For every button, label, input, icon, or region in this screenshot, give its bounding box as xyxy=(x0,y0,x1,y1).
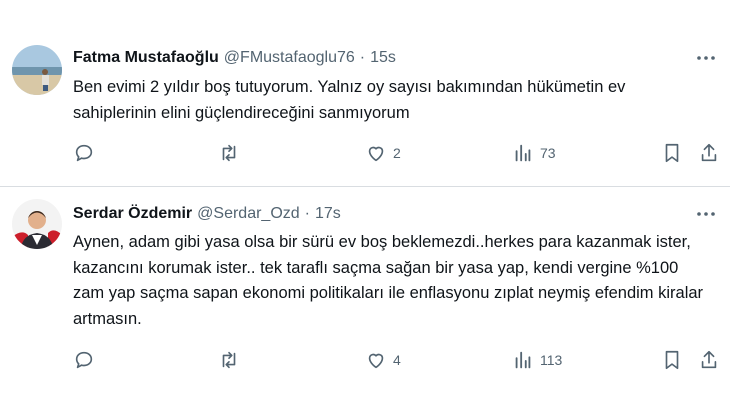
author-name[interactable]: Serdar Özdemir xyxy=(73,205,192,223)
author-handle[interactable]: @Serdar_Ozd xyxy=(197,205,300,223)
tweet-header: Serdar Özdemir @Serdar_Ozd · 17s xyxy=(73,203,341,225)
like-button[interactable]: 4 xyxy=(365,348,401,372)
bookmark-button[interactable] xyxy=(661,141,683,165)
author-handle[interactable]: @FMustafaoglu76 xyxy=(224,49,355,67)
like-button[interactable]: 2 xyxy=(365,141,401,165)
views-icon xyxy=(515,144,531,162)
separator: · xyxy=(359,49,366,66)
avatar[interactable] xyxy=(12,45,62,95)
heart-icon xyxy=(368,146,384,162)
retweet-icon xyxy=(222,144,236,162)
views-icon xyxy=(515,351,531,369)
author-name[interactable]: Fatma Mustafaoğlu xyxy=(73,49,219,67)
tweet[interactable]: Fatma Mustafaoğlu @FMustafaoglu76 · 15s … xyxy=(0,0,730,187)
retweet-button[interactable] xyxy=(218,348,240,372)
views-button[interactable]: 73 xyxy=(512,141,556,165)
tweet[interactable]: Serdar Özdemir @Serdar_Ozd · 17s Aynen, … xyxy=(0,187,730,420)
retweet-button[interactable] xyxy=(218,141,240,165)
reply-button[interactable] xyxy=(73,141,95,165)
timestamp[interactable]: 17s xyxy=(315,205,341,223)
like-count: 4 xyxy=(393,352,401,368)
heart-icon xyxy=(368,353,384,369)
share-button[interactable] xyxy=(698,348,720,372)
tweet-text: Ben evimi 2 yıldır boş tutuyorum. Yalnız… xyxy=(73,78,626,122)
more-icon[interactable] xyxy=(694,203,718,225)
bookmark-icon xyxy=(665,350,679,370)
share-icon xyxy=(701,350,717,369)
separator: · xyxy=(304,205,310,222)
more-icon[interactable] xyxy=(694,47,718,69)
avatar[interactable] xyxy=(12,199,62,249)
tweet-header: Fatma Mustafaoğlu @FMustafaoglu76 · 15s xyxy=(73,47,396,69)
retweet-icon xyxy=(222,351,236,369)
view-count: 73 xyxy=(540,145,556,161)
reply-icon xyxy=(75,351,93,369)
reply-icon xyxy=(75,144,93,162)
reply-button[interactable] xyxy=(73,348,95,372)
bookmark-icon xyxy=(665,143,679,163)
share-button[interactable] xyxy=(698,141,720,165)
views-button[interactable]: 113 xyxy=(512,348,562,372)
share-icon xyxy=(701,143,717,162)
view-count: 113 xyxy=(540,352,563,368)
like-count: 2 xyxy=(393,145,401,161)
timestamp[interactable]: 15s xyxy=(370,49,396,67)
tweet-text: Aynen, adam gibi yasa olsa bir sürü ev b… xyxy=(73,233,704,328)
bookmark-button[interactable] xyxy=(661,348,683,372)
